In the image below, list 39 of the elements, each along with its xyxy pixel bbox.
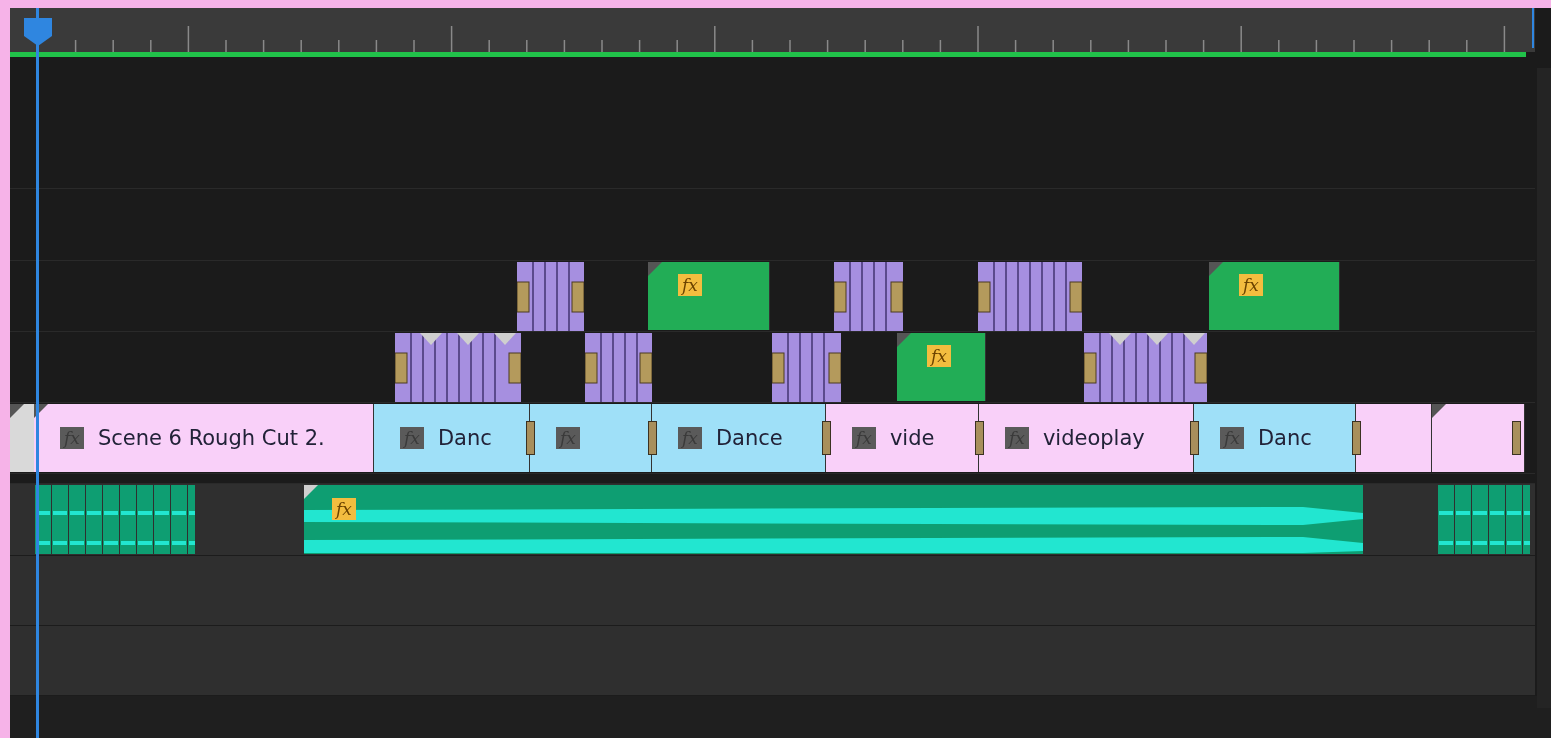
transition-icon[interactable] (1190, 421, 1199, 455)
clip-label: Danc (437, 426, 492, 450)
audio-waveform-drawing[interactable] (35, 485, 195, 554)
audio-waveform-drawing[interactable] (1438, 485, 1530, 554)
clip-label: Danc (1257, 426, 1312, 450)
transition-icon[interactable] (1352, 421, 1361, 455)
playhead-icon[interactable] (24, 18, 52, 46)
time-ruler[interactable] (10, 8, 1535, 52)
corner-icon (648, 262, 662, 276)
transition-icon[interactable] (822, 421, 831, 455)
stripe-clip-drawing[interactable] (517, 262, 584, 331)
clip-label: Dance (715, 426, 783, 450)
fx-badge[interactable]: fx (332, 498, 356, 520)
stripe-clip-drawing[interactable] (834, 262, 903, 331)
stripe-clip-drawing[interactable] (1084, 333, 1207, 402)
fx-badge[interactable]: fx (927, 345, 951, 367)
stripe-clip-drawing[interactable] (978, 262, 1082, 331)
transition-icon[interactable] (1512, 421, 1521, 455)
fx-badge[interactable]: fx (1239, 274, 1263, 296)
video-clip[interactable]: fx (1209, 262, 1340, 330)
corner-icon (1432, 404, 1446, 418)
corner-icon (897, 333, 911, 347)
transition-icon[interactable] (648, 421, 657, 455)
clip-label: Scene 6 Rough Cut 2. (97, 426, 325, 450)
transition-icon[interactable] (975, 421, 984, 455)
transition-icon[interactable] (526, 421, 535, 455)
video-clip[interactable] (1356, 404, 1432, 472)
video-clip[interactable]: fx (648, 262, 770, 330)
clip-label: videoplay (1042, 426, 1145, 450)
corner-icon (10, 404, 24, 418)
fx-badge[interactable]: fx (678, 274, 702, 296)
corner-icon (1209, 262, 1223, 276)
stripe-clip-drawing[interactable] (395, 333, 521, 402)
clip-label: vide (889, 426, 935, 450)
video-clip[interactable] (1432, 404, 1525, 472)
end-marker (1532, 8, 1534, 48)
stripe-clip-drawing[interactable] (585, 333, 652, 402)
stripe-clip-drawing[interactable] (772, 333, 841, 402)
video-clip[interactable]: fx (897, 333, 986, 401)
